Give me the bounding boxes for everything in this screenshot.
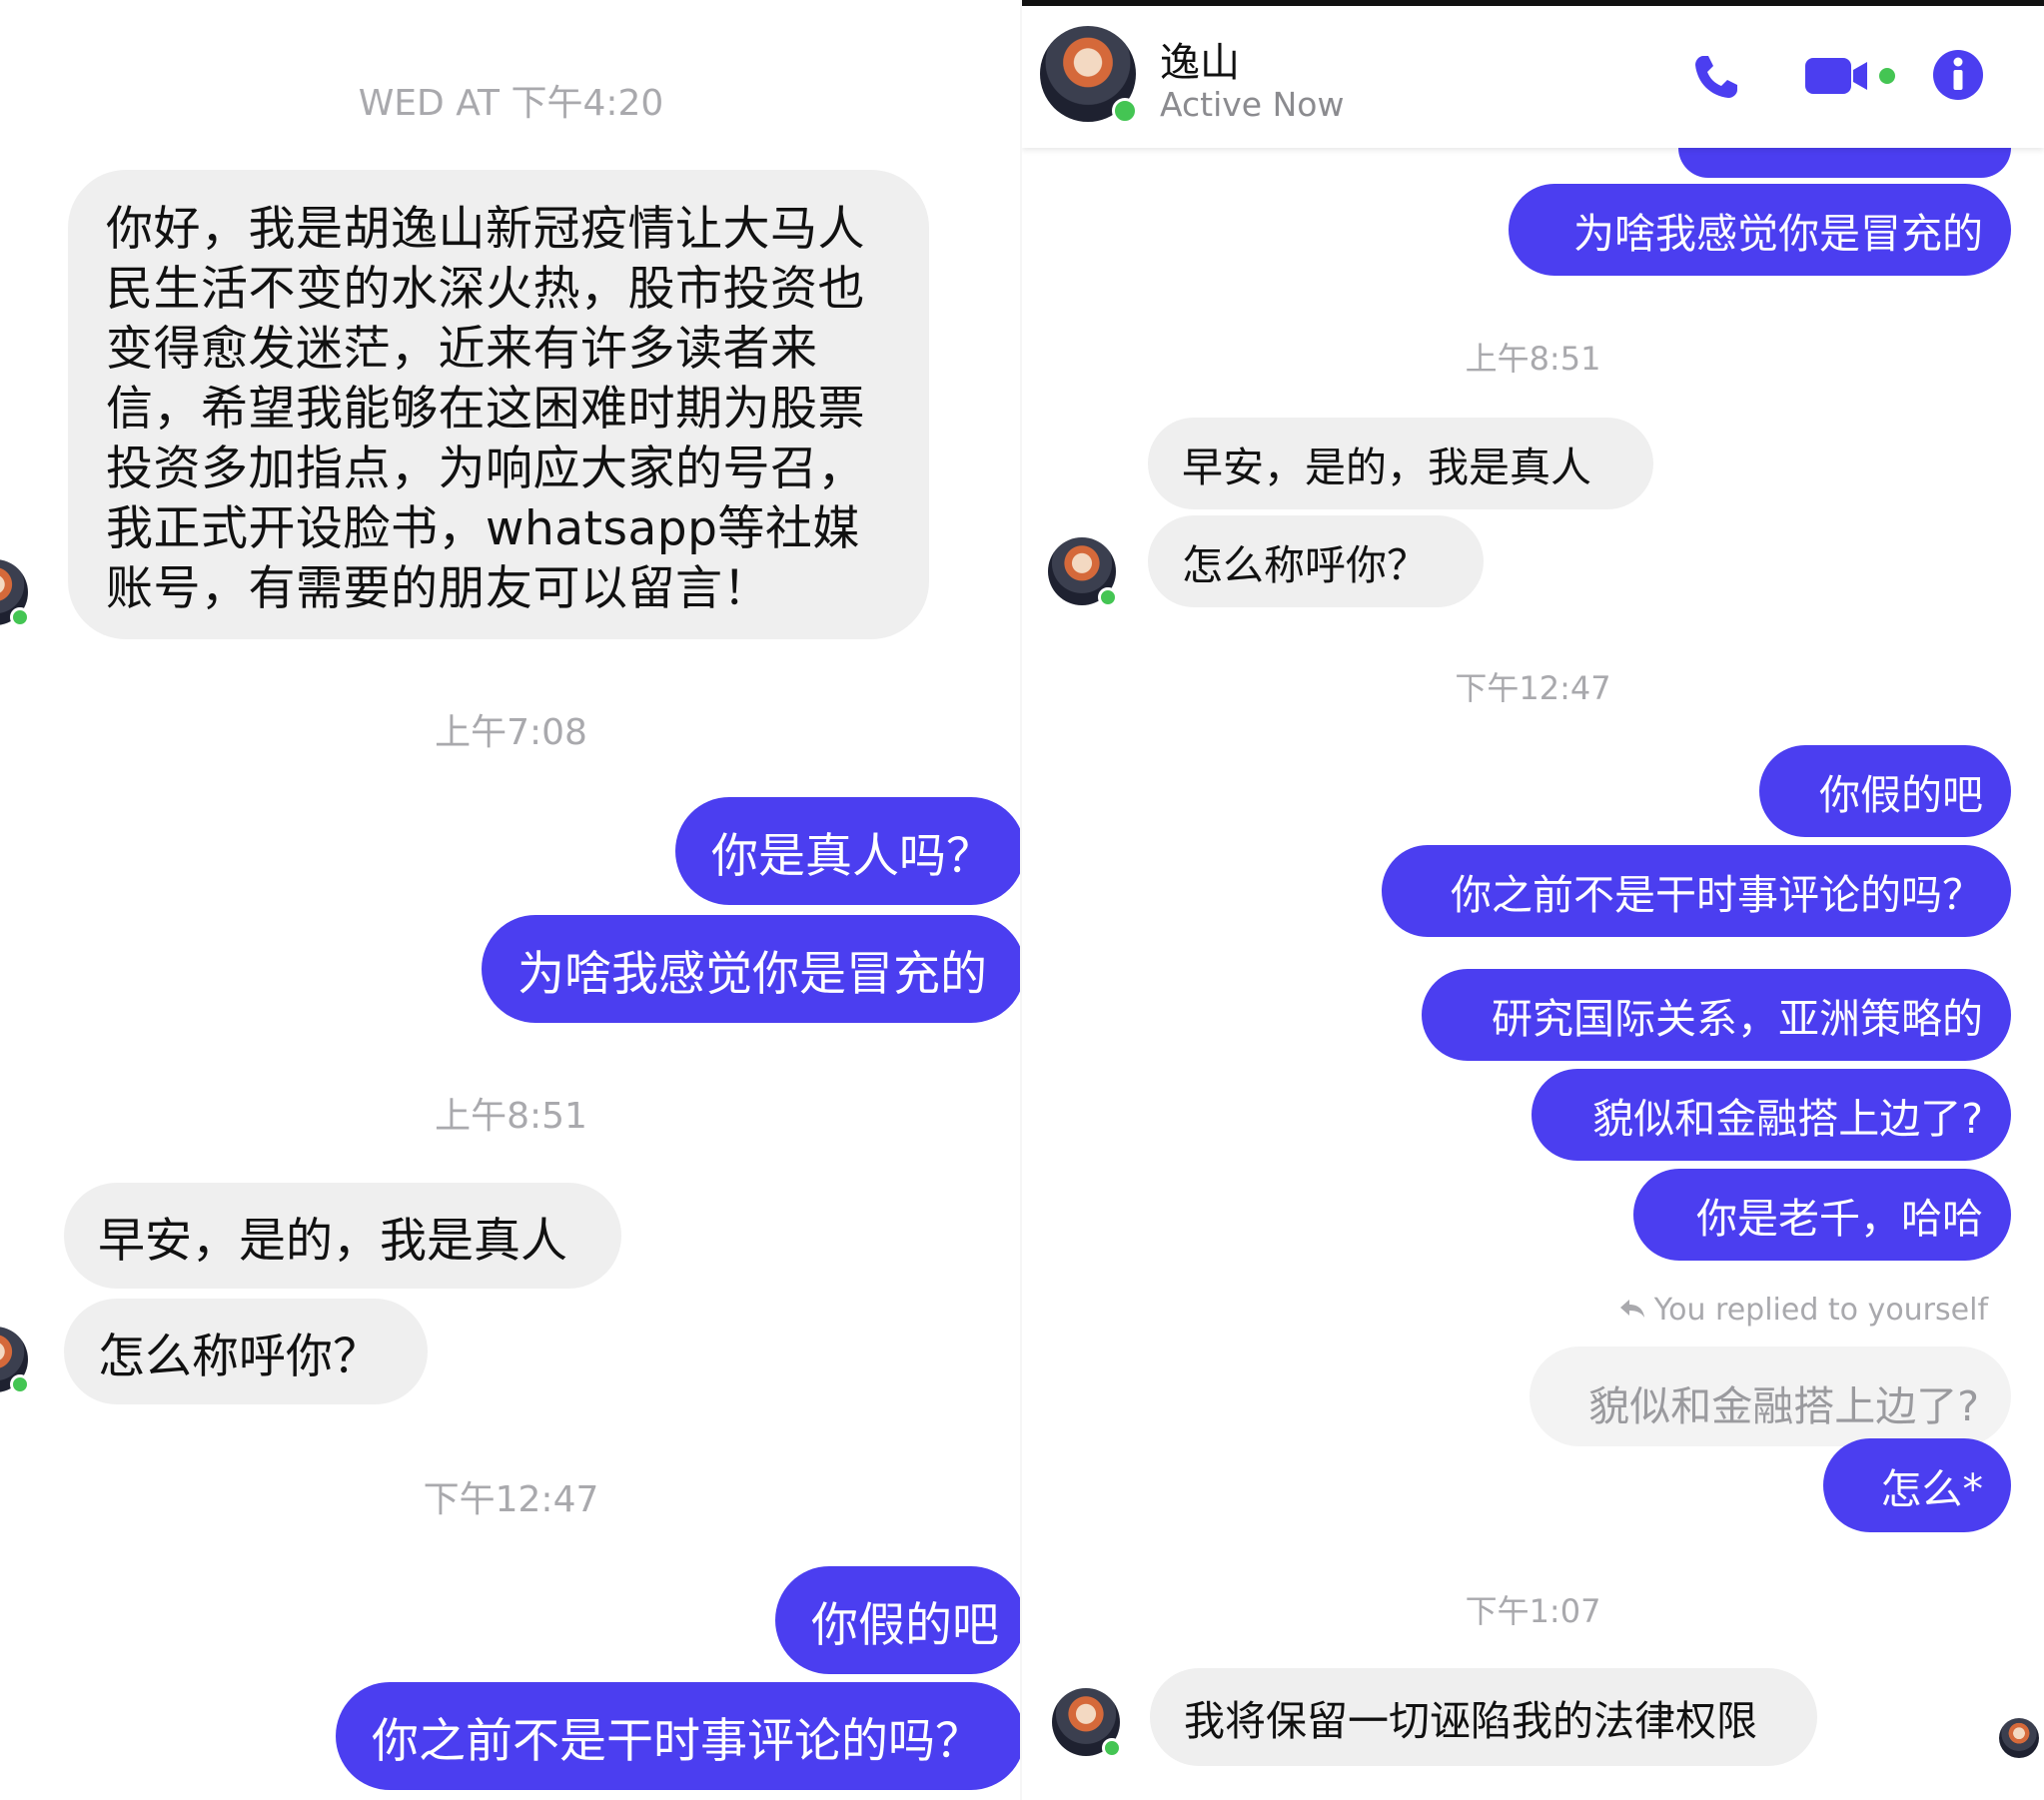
- outgoing-message[interactable]: 你假的吧: [775, 1566, 1022, 1674]
- message-text: 你假的吧: [1819, 771, 1983, 819]
- message-line: 我正式开设脸书，whatsapp等社媒: [106, 501, 860, 556]
- sender-avatar[interactable]: [1048, 537, 1118, 607]
- online-indicator: [10, 1374, 30, 1394]
- timestamp: WED AT 下午4:20: [358, 83, 664, 124]
- outgoing-message[interactable]: 为啥我感觉你是冒充的: [1509, 184, 2011, 276]
- message-line: 变得愈发迷茫，近来有许多读者来: [106, 322, 818, 377]
- message-text: 貌似和金融搭上边了?: [1592, 1095, 1983, 1143]
- timestamp: 上午7:08: [435, 712, 587, 753]
- message-line: 你好，我是胡逸山新冠疫情让大马人: [106, 202, 865, 257]
- outgoing-message[interactable]: 你之前不是干时事评论的吗？: [336, 1682, 1022, 1790]
- contact-avatar[interactable]: [1040, 26, 1138, 124]
- message-text: 我将保留一切诬陷我的法律权限: [1184, 1697, 1757, 1745]
- reply-note-text: You replied to yourself: [1653, 1293, 1988, 1328]
- incoming-message[interactable]: 我将保留一切诬陷我的法律权限: [1150, 1668, 1817, 1766]
- left-chat-panel: WED AT 下午4:20 你好，我是胡逸山新冠疫情让大马人 民生活不变的水深火…: [0, 0, 1022, 1800]
- outgoing-message[interactable]: 为啥我感觉你是冒充的: [482, 915, 1022, 1023]
- timestamp: 上午8:51: [1465, 340, 1601, 378]
- online-indicator: [1098, 587, 1118, 607]
- phone-icon[interactable]: [1689, 50, 1743, 108]
- outgoing-message[interactable]: 你之前不是干时事评论的吗？: [1382, 845, 2011, 937]
- message-text: 为啥我感觉你是冒充的: [517, 946, 987, 1002]
- message-text: 怎么称呼你？: [1182, 541, 1428, 589]
- seen-receipt-avatar: [1999, 1718, 2039, 1758]
- reply-note: You replied to yourself: [1618, 1293, 1988, 1328]
- incoming-message[interactable]: 早安，是的，我是真人: [1148, 418, 1653, 509]
- message-line: 账号，有需要的朋友可以留言！: [106, 561, 770, 616]
- incoming-message[interactable]: 怎么称呼你？: [1148, 515, 1484, 607]
- outgoing-message[interactable]: 你假的吧: [1759, 745, 2011, 837]
- message-text: 怎么称呼你？: [98, 1329, 380, 1384]
- message-text: 你是老千，哈哈: [1696, 1195, 1983, 1243]
- incoming-message[interactable]: 怎么称呼你？: [64, 1299, 428, 1404]
- online-indicator: [1102, 1738, 1122, 1758]
- message-text: 早安，是的，我是真人: [1182, 444, 1591, 491]
- outgoing-message[interactable]: 你是真人吗？: [675, 797, 1022, 905]
- outgoing-message[interactable]: 怎么*: [1823, 1438, 2011, 1532]
- quoted-message[interactable]: 貌似和金融搭上边了?: [1530, 1347, 2011, 1446]
- reply-arrow-icon: [1618, 1293, 1646, 1328]
- message-text: 你假的吧: [811, 1597, 999, 1653]
- message-text: 为啥我感觉你是冒充的: [1573, 210, 1983, 258]
- sender-avatar[interactable]: [0, 559, 30, 627]
- quoted-text: 貌似和金融搭上边了?: [1588, 1382, 1979, 1430]
- message-text: 你是真人吗？: [711, 828, 993, 884]
- contact-status: Active Now: [1160, 85, 1345, 124]
- outgoing-message[interactable]: 你是老千，哈哈: [1633, 1169, 2011, 1261]
- message-text: 早安，是的，我是真人: [98, 1213, 567, 1269]
- sender-avatar[interactable]: [1052, 1688, 1122, 1758]
- outgoing-message[interactable]: 研究国际关系，亚洲策略的: [1422, 969, 2011, 1061]
- incoming-message[interactable]: 早安，是的，我是真人: [64, 1183, 621, 1289]
- message-line: 投资多加指点，为响应大家的号召，: [106, 442, 865, 496]
- message-line: 信，希望我能够在这困难时期为股票: [106, 382, 865, 437]
- sender-avatar[interactable]: [0, 1327, 30, 1394]
- message-text: 研究国际关系，亚洲策略的: [1492, 995, 1983, 1043]
- video-call-icon[interactable]: [1803, 52, 1899, 104]
- timestamp: 下午1:07: [1465, 1592, 1601, 1630]
- contact-name[interactable]: 逸山: [1160, 30, 1240, 88]
- message-text: 你之前不是干时事评论的吗？: [1451, 871, 1983, 919]
- timestamp: 上午8:51: [435, 1096, 587, 1137]
- message-text: 你之前不是干时事评论的吗？: [372, 1713, 982, 1769]
- message-text: 怎么*: [1880, 1465, 1984, 1513]
- right-chat-panel: 为啥我感觉你是冒充的 上午8:51 早安，是的，我是真人 怎么称呼你？ 下午12…: [1022, 0, 2044, 1800]
- message-line: 民生活不变的水深火热，股市投资也: [106, 262, 865, 317]
- timestamp: 下午12:47: [1455, 669, 1611, 707]
- timestamp: 下午12:47: [423, 1479, 599, 1520]
- online-indicator: [10, 607, 30, 627]
- status-bar-edge: [1022, 0, 2044, 6]
- incoming-message-intro[interactable]: 你好，我是胡逸山新冠疫情让大马人 民生活不变的水深火热，股市投资也 变得愈发迷茫…: [68, 170, 929, 639]
- chat-header: 逸山 Active Now: [1022, 0, 2044, 148]
- outgoing-message[interactable]: 貌似和金融搭上边了?: [1532, 1069, 2011, 1161]
- info-icon[interactable]: [1931, 48, 1985, 106]
- online-indicator: [1112, 98, 1138, 124]
